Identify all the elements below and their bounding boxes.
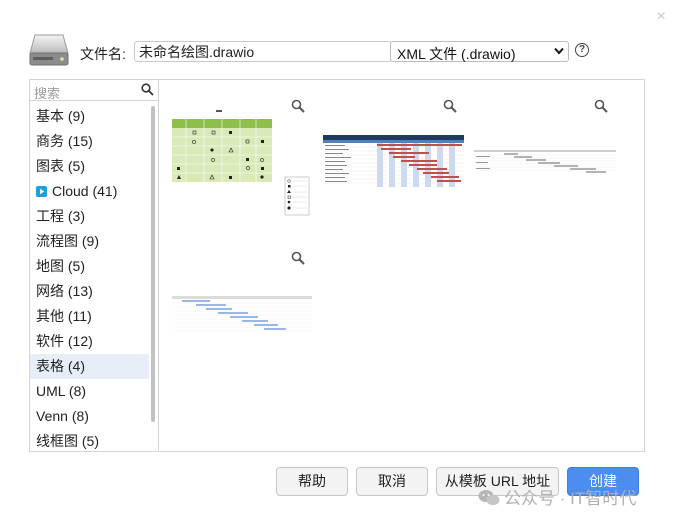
category-item-network[interactable]: 网络 (13) bbox=[30, 279, 149, 304]
category-list: 基本 (9) 商务 (15) 图表 (5) Cloud (41) 工程 (3) … bbox=[30, 104, 149, 451]
cloud-play-icon bbox=[36, 186, 47, 197]
category-item-engineering[interactable]: 工程 (3) bbox=[30, 204, 149, 229]
format-select-value: XML 文件 (.drawio) bbox=[397, 46, 516, 62]
table-template-4[interactable] bbox=[172, 296, 312, 334]
zoom-icon[interactable] bbox=[594, 99, 608, 113]
search-icon[interactable] bbox=[141, 83, 154, 96]
category-item-software[interactable]: 软件 (12) bbox=[30, 329, 149, 354]
category-item-cloud[interactable]: Cloud (41) bbox=[30, 179, 149, 204]
format-select[interactable]: XML 文件 (.drawio) bbox=[390, 41, 569, 62]
chevron-down-icon bbox=[554, 47, 564, 55]
category-item-tables[interactable]: 表格 (4) bbox=[30, 354, 149, 379]
category-item-other[interactable]: 其他 (11) bbox=[30, 304, 149, 329]
zoom-icon[interactable] bbox=[443, 99, 457, 113]
table-template-3[interactable] bbox=[474, 150, 616, 174]
drive-icon bbox=[29, 34, 69, 66]
create-button[interactable]: 创建 bbox=[567, 467, 639, 496]
filename-input[interactable] bbox=[134, 41, 392, 62]
category-sidebar: 搜索 基本 (9) 商务 (15) 图表 (5) Cloud (41) 工程 (… bbox=[30, 80, 159, 451]
close-button[interactable]: × bbox=[657, 8, 666, 26]
sidebar-scrollbar[interactable] bbox=[149, 104, 157, 451]
search-placeholder: 搜索 bbox=[34, 86, 61, 101]
template-panel: 搜索 基本 (9) 商务 (15) 图表 (5) Cloud (41) 工程 (… bbox=[29, 79, 645, 452]
search-box[interactable]: 搜索 bbox=[30, 80, 158, 101]
category-item-charts[interactable]: 图表 (5) bbox=[30, 154, 149, 179]
category-item-flowchart[interactable]: 流程图 (9) bbox=[30, 229, 149, 254]
table-template-2[interactable] bbox=[323, 135, 464, 189]
category-item-venn[interactable]: Venn (8) bbox=[30, 404, 149, 429]
help-icon[interactable]: ? bbox=[575, 43, 589, 57]
category-item-business[interactable]: 商务 (15) bbox=[30, 129, 149, 154]
zoom-icon[interactable] bbox=[291, 99, 305, 113]
scrollbar-thumb[interactable] bbox=[151, 106, 155, 422]
zoom-icon[interactable] bbox=[291, 251, 305, 265]
cancel-button[interactable]: 取消 bbox=[356, 467, 428, 496]
filename-label: 文件名: bbox=[80, 46, 126, 62]
category-item-maps[interactable]: 地图 (5) bbox=[30, 254, 149, 279]
table-template-1[interactable] bbox=[170, 105, 315, 217]
from-url-button[interactable]: 从模板 URL 地址 bbox=[436, 467, 559, 496]
category-item-basic[interactable]: 基本 (9) bbox=[30, 104, 149, 129]
template-grid bbox=[160, 80, 644, 451]
help-button[interactable]: 帮助 bbox=[276, 467, 348, 496]
category-item-uml[interactable]: UML (8) bbox=[30, 379, 149, 404]
category-item-wireframes[interactable]: 线框图 (5) bbox=[30, 429, 149, 451]
